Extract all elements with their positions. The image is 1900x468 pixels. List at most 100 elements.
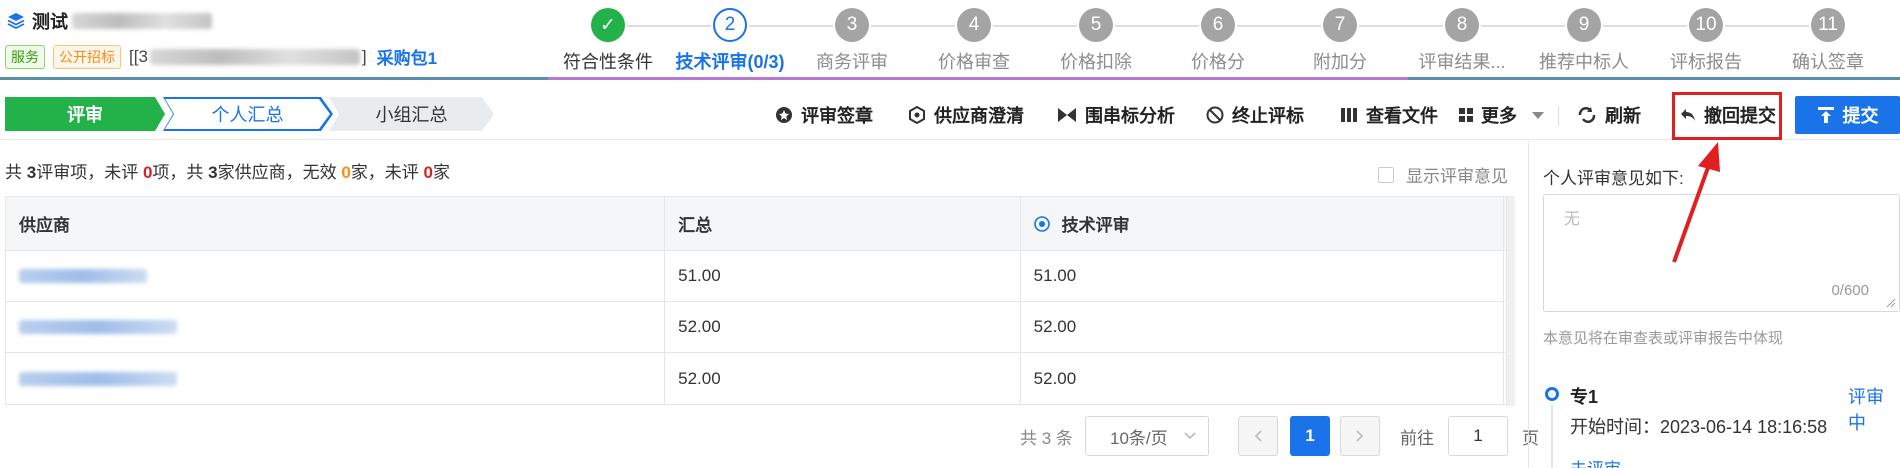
step-number: 9: [1567, 8, 1601, 42]
project-code: [[3 ]: [129, 47, 367, 67]
step-label: 符合性条件: [563, 52, 653, 72]
chevron-down-icon: [1184, 432, 1196, 440]
supplier-name[interactable]: [6, 251, 666, 301]
resize-handle-icon[interactable]: [1886, 298, 1896, 308]
summary-invalid: 0: [341, 163, 351, 182]
layers-icon: [7, 13, 25, 30]
step-number: 4: [957, 8, 991, 42]
page-1-button[interactable]: 1: [1290, 416, 1330, 456]
summary-unrated-items: 0: [142, 163, 153, 182]
page-size-select[interactable]: 10条/页: [1085, 416, 1209, 456]
summary-suppliers: 3: [208, 163, 218, 182]
summary-text-4: 家供应商，无效: [217, 163, 342, 182]
grid-icon: [1459, 108, 1473, 122]
step-7[interactable]: 7 附加分: [1279, 8, 1401, 74]
subtab-personal-summary[interactable]: 个人汇总: [163, 97, 333, 131]
supplier-name[interactable]: [6, 353, 666, 404]
step-number: 6: [1201, 8, 1235, 42]
summary-text-2: 评审项，未评: [36, 163, 143, 182]
package-link[interactable]: 采购包1: [377, 44, 437, 69]
progress-bar-current: [548, 77, 1408, 80]
terminate-button[interactable]: 终止评标: [1206, 98, 1304, 132]
step-11[interactable]: 11 确认签章: [1767, 8, 1889, 74]
redacted-title: [72, 13, 212, 29]
refresh-button[interactable]: 刷新: [1577, 98, 1641, 132]
subtab-group-summary[interactable]: 小组汇总: [329, 97, 494, 131]
subtab-bar: 评审 个人汇总 小组汇总: [5, 97, 494, 131]
supplier-name[interactable]: [6, 302, 666, 352]
prev-page-button[interactable]: [1238, 416, 1278, 456]
step-label: 确认签章: [1792, 52, 1864, 72]
step-number: 5: [1079, 8, 1113, 42]
show-opinion-label: 显示评审意见: [1406, 167, 1508, 186]
chevron-right-icon: [1356, 430, 1364, 442]
step-4[interactable]: 4 价格审查: [913, 8, 1035, 74]
next-page-button[interactable]: [1340, 416, 1380, 456]
review-summary: 共 3评审项，未评 0项，共 3家供应商，无效 0家，未评 0家: [5, 158, 450, 183]
step-1[interactable]: ✓ 符合性条件: [547, 8, 669, 74]
timeline-line: [1551, 405, 1553, 468]
more-dropdown[interactable]: 更多: [1459, 98, 1545, 132]
step-8[interactable]: 8 评审结果...: [1401, 8, 1523, 74]
step-2[interactable]: 2 技术评审(0/3): [669, 8, 791, 74]
table-scrollbar[interactable]: [1506, 196, 1515, 406]
submit-button[interactable]: 提交: [1795, 96, 1900, 134]
ban-icon: [1206, 106, 1224, 124]
project-code-prefix: [[3: [129, 46, 148, 66]
subtab-review[interactable]: 评审: [5, 97, 165, 131]
step-9[interactable]: 9 推荐中标人: [1523, 8, 1645, 74]
show-opinion-toggle[interactable]: 显示评审意见: [1378, 162, 1508, 187]
step-3[interactable]: 3 商务评审: [791, 8, 913, 74]
redacted-code: [149, 48, 360, 65]
subtab-personal-summary-label: 个人汇总: [211, 105, 284, 125]
step-5[interactable]: 5 价格扣除: [1035, 8, 1157, 74]
table-row[interactable]: 51.00 51.00: [6, 251, 1514, 302]
progress-bar-rest: [1408, 77, 1900, 80]
table-header: 供应商 汇总 技术评审: [6, 197, 1514, 251]
hexagon-icon: [909, 106, 925, 124]
summary-text-5: 家，未评: [350, 163, 424, 182]
project-title: 测试: [6, 8, 212, 34]
step-number: 2: [713, 8, 747, 42]
step-label: 技术评审(0/3): [675, 52, 785, 72]
goto-suffix: 页: [1522, 428, 1539, 448]
review-sign-button[interactable]: 评审签章: [775, 98, 873, 132]
expert-name: 专1: [1570, 387, 1599, 407]
step-6[interactable]: 6 价格分: [1157, 8, 1279, 74]
tech-score: 52.00: [1021, 353, 1505, 404]
panel-divider: [1528, 141, 1529, 468]
annotation-arrow-icon: [1672, 142, 1720, 263]
toolbar-divider: [1558, 106, 1559, 126]
bowtie-icon: [1058, 108, 1076, 122]
table-row[interactable]: 52.00 52.00: [6, 353, 1514, 404]
score-table: 供应商 汇总 技术评审 51.00 51.00 52.00 52.00 52.0…: [5, 196, 1515, 405]
col-total: 汇总: [665, 197, 1021, 250]
project-meta: 服务 公开招标 [[3 ] 采购包1: [5, 44, 437, 69]
step-label: 附加分: [1313, 52, 1367, 72]
show-opinion-checkbox[interactable]: [1378, 166, 1394, 183]
step-10[interactable]: 10 评标报告: [1645, 8, 1767, 74]
view-files-button[interactable]: 查看文件: [1340, 98, 1438, 132]
project-code-suffix: ]: [361, 46, 367, 66]
tech-score: 52.00: [1021, 302, 1505, 352]
step-number: 11: [1811, 8, 1845, 42]
terminate-label: 终止评标: [1232, 106, 1304, 126]
step-number: 3: [835, 8, 869, 42]
step-label: 商务评审: [816, 52, 888, 72]
project-title-text: 测试: [32, 12, 68, 32]
supplier-clarify-button[interactable]: 供应商澄清: [908, 98, 1024, 132]
opinion-placeholder: 无: [1564, 211, 1581, 228]
caret-down-icon: [1532, 112, 1544, 119]
total-score: 51.00: [665, 251, 1021, 301]
goto-input[interactable]: 1: [1448, 416, 1508, 456]
table-row[interactable]: 52.00 52.00: [6, 302, 1514, 353]
opinion-note: 本意见将在审查表或评审报告中体现: [1543, 330, 1784, 347]
seal-icon: [776, 107, 792, 123]
tech-review-icon: [1033, 215, 1050, 232]
expert-pending-link[interactable]: 未评审: [1570, 455, 1621, 468]
chevron-left-icon: [1254, 430, 1262, 442]
subtab-review-label: 评审: [67, 105, 103, 125]
goto-prefix: 前往: [1400, 428, 1434, 448]
collusion-analysis-button[interactable]: 围串标分析: [1057, 98, 1175, 132]
books-icon: [1341, 108, 1357, 122]
